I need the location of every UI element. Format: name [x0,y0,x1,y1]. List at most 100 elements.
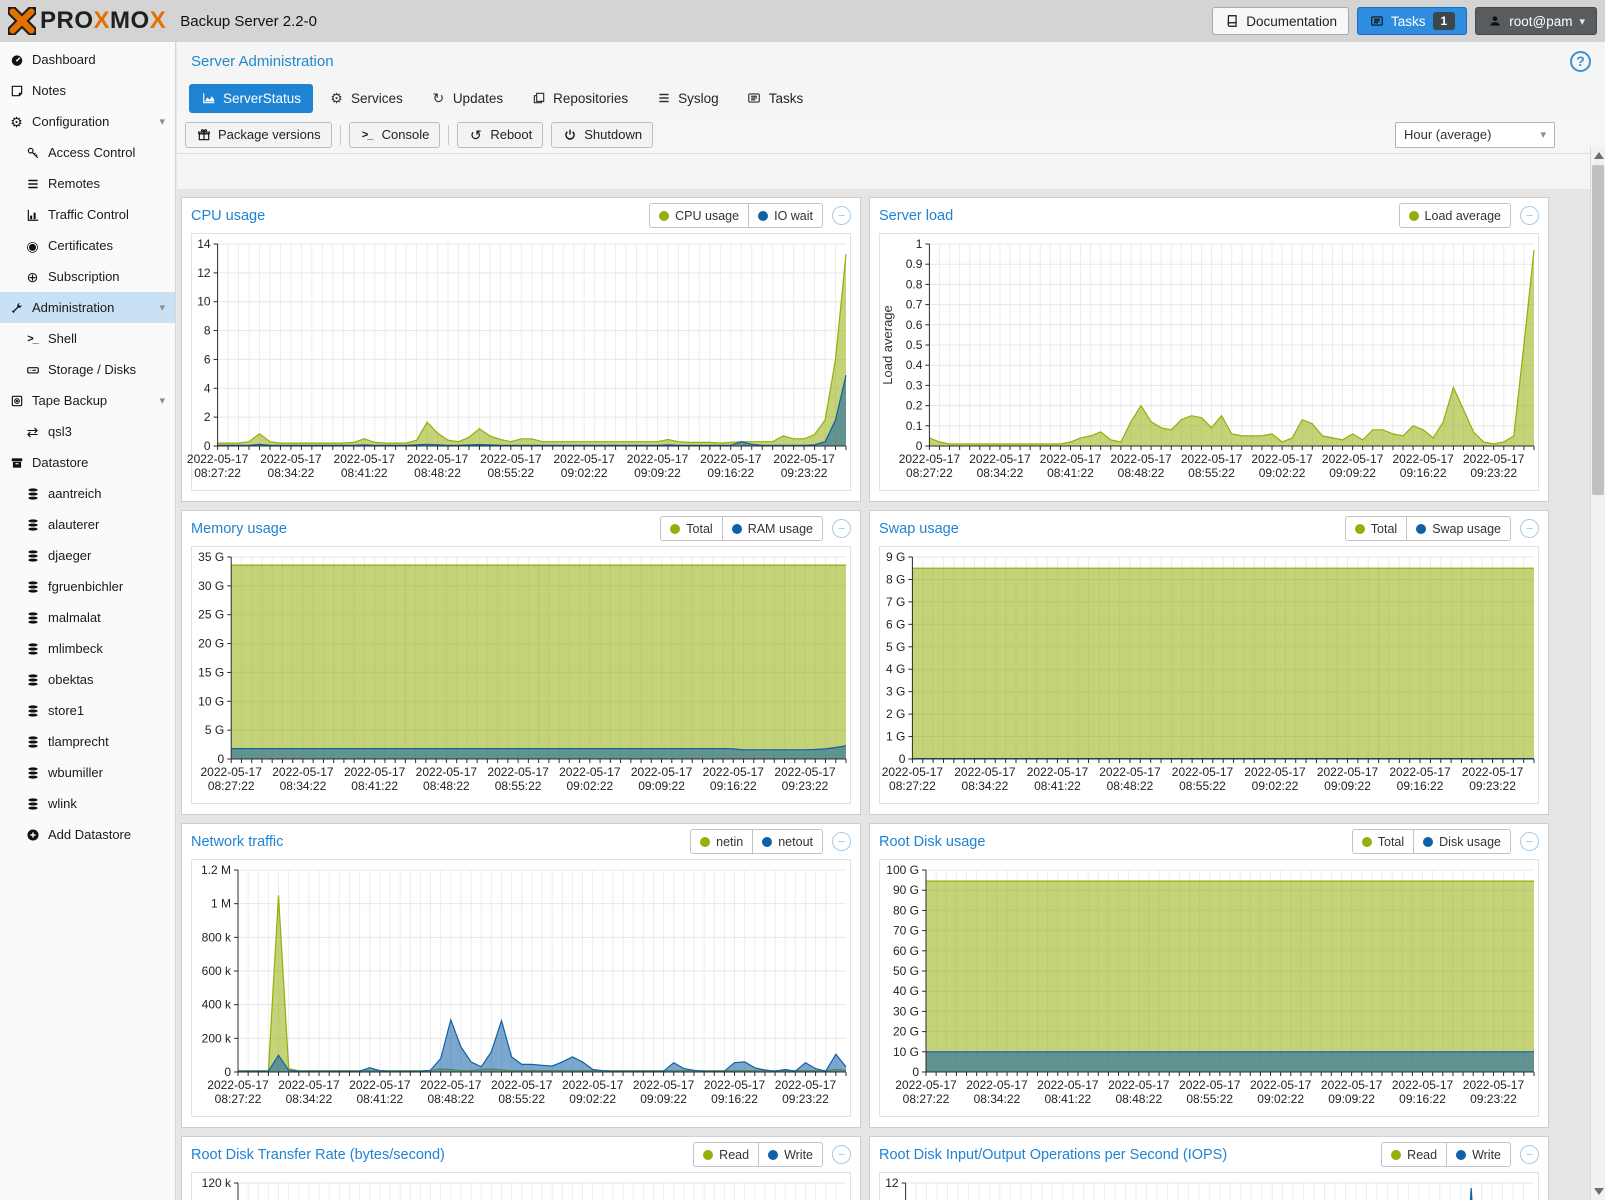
user-menu-button[interactable]: root@pam ▾ [1475,7,1597,35]
legend-label: Load average [1425,209,1501,223]
sidebar-item-traffic-control[interactable]: Traffic Control [0,199,175,230]
sidebar-item-aantreich[interactable]: aantreich [0,478,175,509]
svg-text:09:02:22: 09:02:22 [566,779,613,793]
caret-down-icon[interactable]: ▾ [159,301,165,314]
svg-text:08:27:22: 08:27:22 [215,1092,262,1106]
sidebar-item-djaeger[interactable]: djaeger [0,540,175,571]
sidebar-item-tape-backup[interactable]: Tape Backup▾ [0,385,175,416]
collapse-panel-icon[interactable]: − [1520,832,1539,851]
svg-text:2022-05-17: 2022-05-17 [553,452,615,466]
legend-toggle-load-average[interactable]: Load average [1399,203,1511,228]
svg-text:09:02:22: 09:02:22 [561,466,608,480]
sidebar-item-datastore[interactable]: Datastore [0,447,175,478]
toolbar-button-label: Shutdown [584,127,642,142]
svg-text:2022-05-17: 2022-05-17 [1321,1078,1383,1092]
legend-toggle-swap-usage[interactable]: Swap usage [1406,516,1511,541]
package-versions-button[interactable]: Package versions [185,122,332,148]
legend-toggle-cpu-usage[interactable]: CPU usage [649,203,749,228]
scrollbar-thumb[interactable] [1592,165,1604,495]
svg-text:2022-05-17: 2022-05-17 [899,452,961,466]
svg-text:08:48:22: 08:48:22 [1107,779,1154,793]
timeframe-select[interactable]: Hour (average) ▾ [1395,122,1555,148]
reboot-button[interactable]: ↺Reboot [457,122,543,148]
svg-text:5 G: 5 G [886,640,905,654]
sidebar-item-alauterer[interactable]: alauterer [0,509,175,540]
panel-title: CPU usage [191,208,265,224]
sidebar-item-tlamprecht[interactable]: tlamprecht [0,726,175,757]
chart-memory: 05 G10 G15 G20 G25 G30 G35 G2022-05-1708… [192,547,852,801]
legend-toggle-ram-usage[interactable]: RAM usage [722,516,823,541]
database-icon [25,579,40,594]
collapse-panel-icon[interactable]: − [1520,206,1539,225]
collapse-panel-icon[interactable]: − [832,206,851,225]
sidebar-item-qsl3[interactable]: ⇄qsl3 [0,416,175,447]
legend-toggle-read[interactable]: Read [1381,1142,1447,1167]
legend-toggle-total[interactable]: Total [1345,516,1407,541]
scroll-down-button[interactable] [1594,1188,1604,1195]
legend-toggle-write[interactable]: Write [758,1142,823,1167]
documentation-button[interactable]: Documentation [1212,7,1349,35]
database-icon [25,672,40,687]
svg-text:2022-05-17: 2022-05-17 [1172,765,1234,779]
sidebar-item-label: djaeger [48,548,91,563]
collapse-panel-icon[interactable]: − [832,832,851,851]
tasks-button[interactable]: Tasks 1 [1357,7,1467,35]
legend-toggle-disk-usage[interactable]: Disk usage [1413,829,1511,854]
sidebar-item-storage-disks[interactable]: Storage / Disks [0,354,175,385]
sidebar-item-remotes[interactable]: Remotes [0,168,175,199]
legend-toggle-netout[interactable]: netout [752,829,823,854]
console-button[interactable]: >_Console [349,122,441,148]
svg-text:60 G: 60 G [893,944,919,958]
proxmox-x-icon [8,6,36,36]
collapse-panel-icon[interactable]: − [1520,1145,1539,1164]
legend-dot-icon [700,837,710,847]
chart-network: 0200 k400 k600 k800 k1 M1.2 M2022-05-170… [192,860,852,1114]
scroll-up-button[interactable] [1594,152,1604,159]
chart-transfer: 020 k40 k60 k80 k100 k120 k2022-05-1708:… [192,1173,852,1200]
help-button[interactable]: ? [1570,51,1591,72]
legend-toggle-total[interactable]: Total [660,516,722,541]
sidebar-item-access-control[interactable]: Access Control [0,137,175,168]
sidebar-item-administration[interactable]: Administration▾ [0,292,175,323]
sidebar-item-dashboard[interactable]: Dashboard [0,44,175,75]
shutdown-button[interactable]: Shutdown [551,122,653,148]
vertical-scrollbar[interactable] [1590,147,1605,1200]
sidebar-item-notes[interactable]: Notes [0,75,175,106]
sidebar-item-configuration[interactable]: ⚙Configuration▾ [0,106,175,137]
tab-repositories[interactable]: Repositories [519,84,640,113]
tab-serverstatus[interactable]: ServerStatus [189,84,313,113]
sidebar-item-mlimbeck[interactable]: mlimbeck [0,633,175,664]
sidebar-item-store1[interactable]: store1 [0,695,175,726]
collapse-panel-icon[interactable]: − [1520,519,1539,538]
tab-syslog[interactable]: Syslog [644,84,731,113]
collapse-panel-icon[interactable]: − [832,1145,851,1164]
tab-services[interactable]: ⚙Services [317,84,415,113]
chart-area: 05 G10 G15 G20 G25 G30 G35 G2022-05-1708… [191,546,851,804]
tab-tasks[interactable]: Tasks [735,84,816,113]
legend-label: Write [784,1148,813,1162]
svg-text:2022-05-17: 2022-05-17 [559,765,621,779]
legend-toggle-total[interactable]: Total [1352,829,1414,854]
tab-updates[interactable]: ↻Updates [419,84,515,113]
svg-text:4: 4 [204,381,211,395]
legend-label: netout [778,835,813,849]
sidebar-item-wbumiller[interactable]: wbumiller [0,757,175,788]
sidebar-item-shell[interactable]: >_Shell [0,323,175,354]
sidebar-item-add-datastore[interactable]: Add Datastore [0,819,175,850]
sidebar-item-subscription[interactable]: ⊕Subscription [0,261,175,292]
legend-toggle-write[interactable]: Write [1446,1142,1511,1167]
sidebar-item-malmalat[interactable]: malmalat [0,602,175,633]
toolbar-button-label: Package versions [218,127,321,142]
sidebar-item-label: Notes [32,83,66,98]
sidebar-item-certificates[interactable]: ◉Certificates [0,230,175,261]
legend-toggle-read[interactable]: Read [693,1142,759,1167]
collapse-panel-icon[interactable]: − [832,519,851,538]
sidebar-item-obektas[interactable]: obektas [0,664,175,695]
legend-toggle-netin[interactable]: netin [690,829,753,854]
sidebar-item-fgruenbichler[interactable]: fgruenbichler [0,571,175,602]
caret-down-icon[interactable]: ▾ [159,115,165,128]
caret-down-icon[interactable]: ▾ [159,394,165,407]
sidebar-item-wlink[interactable]: wlink [0,788,175,819]
power-icon [562,127,577,142]
legend-toggle-io-wait[interactable]: IO wait [748,203,823,228]
